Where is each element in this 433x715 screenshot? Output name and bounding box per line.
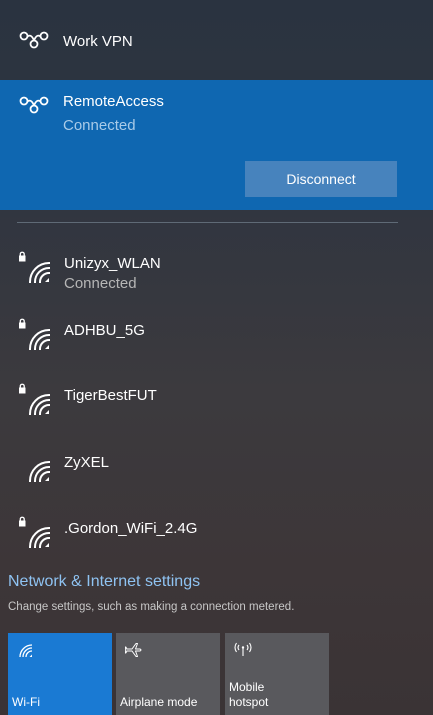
network-settings-link[interactable]: Network & Internet settings xyxy=(8,573,200,591)
wifi-network-item[interactable]: ZyXEL xyxy=(0,442,433,498)
disconnect-button[interactable]: Disconnect xyxy=(245,161,397,197)
tile-label: Airplane mode xyxy=(120,695,198,709)
wifi-network-name: ADHBU_5G xyxy=(64,322,145,339)
wifi-network-name: ZyXEL xyxy=(64,454,110,471)
vpn-name: RemoteAccess xyxy=(63,93,164,110)
wifi-toggle-tile[interactable]: Wi-Fi xyxy=(8,633,112,715)
wifi-icon xyxy=(19,644,33,658)
vpn-icon xyxy=(19,31,49,49)
wifi-network-item[interactable]: ADHBU_5G xyxy=(0,310,433,366)
mobile-hotspot-tile[interactable]: Mobile hotspot xyxy=(225,633,329,715)
divider xyxy=(17,222,398,223)
wifi-network-item[interactable]: Unizyx_WLAN Connected xyxy=(0,243,433,299)
secured-wifi-icon xyxy=(19,318,50,351)
network-settings-description: Change settings, such as making a connec… xyxy=(8,601,295,613)
tile-label: Mobile hotspot xyxy=(229,680,269,709)
vpn-item-remote-access[interactable]: RemoteAccess Connected Disconnect xyxy=(0,80,433,210)
airplane-mode-tile[interactable]: Airplane mode xyxy=(116,633,220,715)
vpn-status: Connected xyxy=(63,117,136,134)
network-flyout: Work VPN RemoteAccess Connected Disconne… xyxy=(0,0,433,715)
secured-wifi-icon xyxy=(19,516,50,549)
wifi-network-item[interactable]: .Gordon_WiFi_2.4G xyxy=(0,508,433,564)
wifi-network-status: Connected xyxy=(64,275,137,292)
hotspot-icon xyxy=(234,642,252,656)
wifi-network-name: .Gordon_WiFi_2.4G xyxy=(64,520,198,537)
airplane-icon xyxy=(125,643,142,657)
secured-wifi-icon xyxy=(19,251,50,284)
tile-label: Wi-Fi xyxy=(12,695,40,709)
vpn-icon xyxy=(19,96,49,114)
secured-wifi-icon xyxy=(19,383,50,416)
wifi-network-name: Unizyx_WLAN xyxy=(64,255,161,272)
wifi-icon xyxy=(28,460,50,483)
vpn-name: Work VPN xyxy=(63,33,133,50)
wifi-network-name: TigerBestFUT xyxy=(64,387,157,404)
vpn-item-work-vpn[interactable]: Work VPN xyxy=(0,0,433,80)
wifi-network-item[interactable]: TigerBestFUT xyxy=(0,375,433,431)
